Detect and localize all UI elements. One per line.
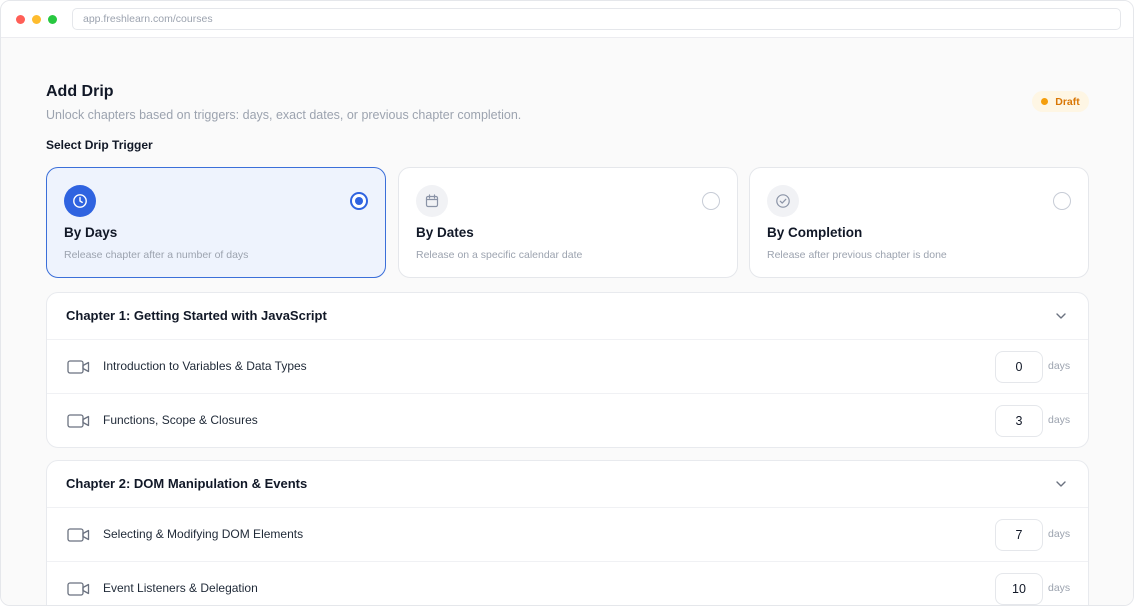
days-unit-label: days bbox=[1048, 582, 1071, 594]
browser-window: app.freshlearn.com/courses Add Drip Unlo… bbox=[0, 0, 1134, 606]
lesson-title: Functions, Scope & Closures bbox=[103, 413, 258, 427]
video-icon bbox=[67, 414, 90, 428]
status-badge-label: Draft bbox=[1055, 95, 1080, 108]
chapter-card: Chapter 2: DOM Manipulation & Events Sel… bbox=[46, 460, 1089, 605]
lesson-row: Selecting & Modifying DOM Elements 7 day… bbox=[47, 508, 1088, 562]
trigger-radio-by-days[interactable] bbox=[350, 192, 368, 210]
days-input[interactable]: 10 bbox=[995, 573, 1043, 605]
days-input[interactable]: 7 bbox=[995, 519, 1043, 551]
lesson-title: Introduction to Variables & Data Types bbox=[103, 359, 307, 373]
lesson-row: Introduction to Variables & Data Types 0… bbox=[47, 340, 1088, 394]
trigger-section-label: Select Drip Trigger bbox=[46, 138, 153, 152]
days-unit-label: days bbox=[1048, 360, 1071, 372]
chapter-title: Chapter 1: Getting Started with JavaScri… bbox=[66, 308, 327, 323]
close-window-button[interactable] bbox=[16, 14, 25, 24]
calendar-icon bbox=[416, 185, 448, 217]
main-content: Add Drip Unlock chapters based on trigge… bbox=[1, 38, 1133, 605]
trigger-description: Release chapter after a number of days bbox=[64, 249, 249, 261]
video-icon bbox=[67, 582, 90, 596]
chevron-down-icon[interactable] bbox=[1055, 478, 1067, 490]
check-circle-icon bbox=[767, 185, 799, 217]
lesson-title: Selecting & Modifying DOM Elements bbox=[103, 527, 304, 541]
trigger-radio-by-dates[interactable] bbox=[702, 192, 720, 210]
chapter-card: Chapter 1: Getting Started with JavaScri… bbox=[46, 292, 1089, 448]
chapter-header[interactable]: Chapter 2: DOM Manipulation & Events bbox=[47, 461, 1088, 508]
lesson-row: Event Listeners & Delegation 10 days bbox=[47, 562, 1088, 605]
trigger-description: Release after previous chapter is done bbox=[767, 249, 947, 261]
video-icon bbox=[67, 528, 90, 542]
trigger-option-by-dates[interactable]: By Dates Release on a specific calendar … bbox=[398, 167, 738, 278]
page-subtitle: Unlock chapters based on triggers: days,… bbox=[46, 108, 522, 122]
trigger-title: By Days bbox=[64, 225, 118, 240]
days-input[interactable]: 0 bbox=[995, 351, 1043, 383]
maximize-window-button[interactable] bbox=[48, 14, 57, 24]
trigger-option-by-days[interactable]: By Days Release chapter after a number o… bbox=[46, 167, 386, 278]
lesson-title: Event Listeners & Delegation bbox=[103, 581, 258, 595]
trigger-option-by-completion[interactable]: By Completion Release after previous cha… bbox=[749, 167, 1089, 278]
address-bar[interactable]: app.freshlearn.com/courses bbox=[72, 8, 1121, 30]
chevron-down-icon[interactable] bbox=[1055, 310, 1067, 322]
browser-titlebar: app.freshlearn.com/courses bbox=[1, 1, 1133, 38]
status-dot-icon bbox=[1041, 98, 1049, 105]
trigger-description: Release on a specific calendar date bbox=[416, 249, 583, 261]
page-title: Add Drip bbox=[46, 83, 114, 100]
chapter-header[interactable]: Chapter 1: Getting Started with JavaScri… bbox=[47, 293, 1088, 340]
days-input[interactable]: 3 bbox=[995, 405, 1043, 437]
trigger-title: By Completion bbox=[767, 225, 863, 240]
chapter-title: Chapter 2: DOM Manipulation & Events bbox=[66, 476, 308, 491]
clock-icon bbox=[64, 185, 96, 217]
days-unit-label: days bbox=[1048, 528, 1071, 540]
trigger-title: By Dates bbox=[416, 225, 474, 240]
minimize-window-button[interactable] bbox=[32, 14, 41, 24]
trigger-radio-by-completion[interactable] bbox=[1053, 192, 1071, 210]
video-icon bbox=[67, 360, 90, 374]
lesson-row: Functions, Scope & Closures 3 days bbox=[47, 394, 1088, 447]
days-unit-label: days bbox=[1048, 414, 1071, 426]
status-badge: Draft bbox=[1032, 91, 1089, 112]
